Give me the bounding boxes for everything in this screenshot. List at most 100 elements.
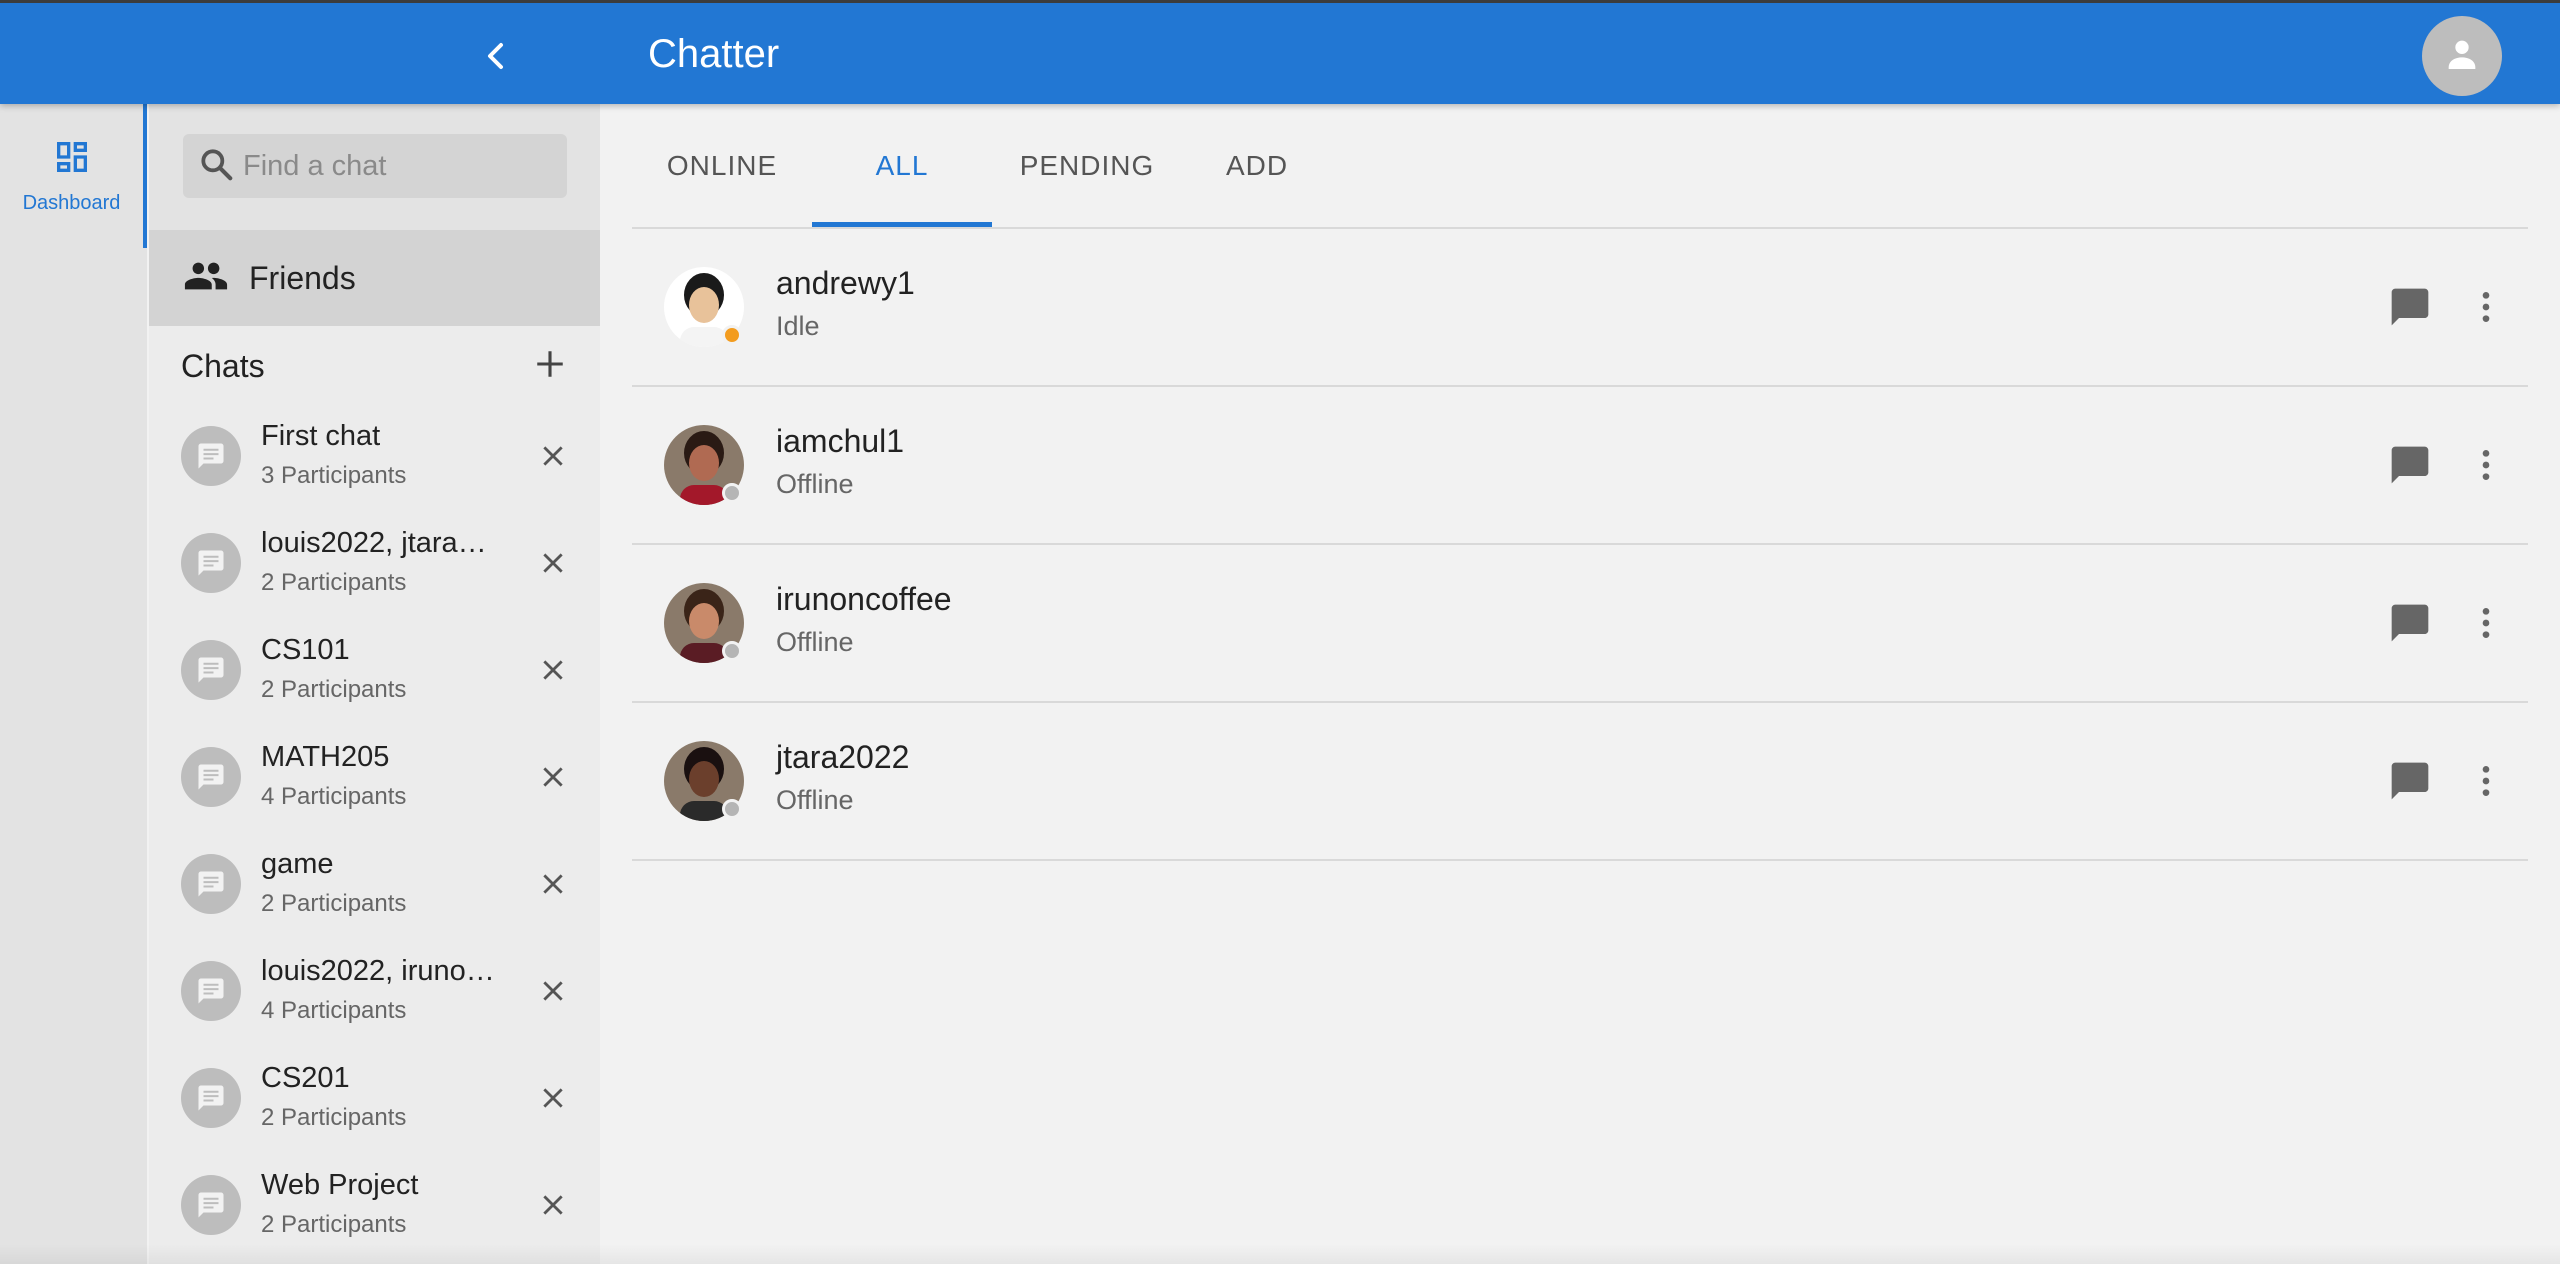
active-tab-indicator (812, 222, 992, 227)
close-icon (540, 1085, 566, 1116)
chat-list-item[interactable]: louis2022, jtara… 2 Participants (149, 513, 600, 620)
friend-status: Offline (776, 785, 854, 815)
more-options-button[interactable] (2462, 285, 2510, 333)
more-vert-icon (2466, 761, 2506, 806)
message-friend-button[interactable] (2386, 285, 2434, 333)
remove-chat-button[interactable] (535, 440, 571, 476)
chat-participants: 2 Participants (261, 569, 407, 596)
friends-tabs: ONLINE ALL PENDING ADD (632, 104, 2528, 229)
chat-bubble-icon (2388, 759, 2432, 808)
close-icon (540, 1192, 566, 1223)
status-indicator (722, 325, 742, 345)
remove-chat-button[interactable] (535, 761, 571, 797)
message-icon (181, 533, 241, 593)
more-options-button[interactable] (2462, 759, 2510, 807)
avatar (664, 267, 744, 347)
remove-chat-button[interactable] (535, 975, 571, 1011)
chat-name: CS101 (261, 634, 350, 666)
avatar (664, 425, 744, 505)
message-icon (181, 747, 241, 807)
nav-rail: Dashboard (0, 104, 147, 1264)
chat-list-item[interactable]: CS101 2 Participants (149, 620, 600, 727)
close-icon (540, 764, 566, 795)
chat-list-item[interactable]: louis2022, iruno… 4 Participants (149, 941, 600, 1048)
friend-username: irunoncoffee (776, 581, 952, 617)
avatar (664, 583, 744, 663)
rail-item-dashboard[interactable]: Dashboard (0, 104, 147, 248)
message-icon (181, 640, 241, 700)
friends-label: Friends (249, 259, 356, 296)
chat-bubble-icon (2388, 285, 2432, 334)
rail-item-label: Dashboard (22, 192, 121, 214)
remove-chat-button[interactable] (535, 654, 571, 690)
friend-row[interactable]: andrewy1 Idle (632, 229, 2528, 387)
message-icon (181, 854, 241, 914)
chat-list-item[interactable]: CS201 2 Participants (149, 1048, 600, 1155)
more-vert-icon (2466, 603, 2506, 648)
message-icon (181, 961, 241, 1021)
close-icon (540, 978, 566, 1009)
message-icon (181, 1175, 241, 1235)
more-options-button[interactable] (2462, 601, 2510, 649)
search-box[interactable] (183, 134, 567, 198)
friends-nav-item[interactable]: Friends (149, 230, 600, 326)
remove-chat-button[interactable] (535, 547, 571, 583)
chat-participants: 3 Participants (261, 462, 407, 489)
chat-participants: 4 Participants (261, 997, 407, 1024)
friend-row[interactable]: irunoncoffee Offline (632, 545, 2528, 703)
remove-chat-button[interactable] (535, 868, 571, 904)
message-friend-button[interactable] (2386, 443, 2434, 491)
chat-name: First chat (261, 420, 381, 452)
chat-bubble-icon (2388, 601, 2432, 650)
more-vert-icon (2466, 445, 2506, 490)
main-panel: ONLINE ALL PENDING ADD andrewy1 Idle iamch… (600, 104, 2560, 1264)
app-bar: Chatter (0, 0, 2560, 104)
chat-participants: 4 Participants (261, 783, 407, 810)
chat-list-item[interactable]: First chat 3 Participants (149, 406, 600, 513)
chat-participants: 2 Participants (261, 1104, 407, 1131)
people-icon (183, 253, 229, 304)
friend-status: Offline (776, 627, 854, 657)
message-icon (181, 1068, 241, 1128)
add-chat-button[interactable] (530, 346, 570, 386)
tab-add[interactable]: ADD (1182, 104, 1332, 227)
friend-status: Offline (776, 469, 854, 499)
chat-participants: 2 Participants (261, 1211, 407, 1238)
friend-username: andrewy1 (776, 265, 915, 301)
friend-row[interactable]: iamchul1 Offline (632, 387, 2528, 545)
tab-all[interactable]: ALL (812, 104, 992, 227)
status-indicator (722, 641, 742, 661)
chat-name: louis2022, iruno… (261, 955, 495, 987)
message-friend-button[interactable] (2386, 601, 2434, 649)
chat-name: game (261, 848, 334, 880)
close-icon (540, 871, 566, 902)
chat-list-item[interactable]: MATH205 4 Participants (149, 727, 600, 834)
close-icon (540, 657, 566, 688)
friend-username: jtara2022 (776, 739, 910, 775)
message-friend-button[interactable] (2386, 759, 2434, 807)
avatar (664, 741, 744, 821)
remove-chat-button[interactable] (535, 1082, 571, 1118)
tab-online[interactable]: ONLINE (632, 104, 812, 227)
person-icon (2442, 34, 2482, 79)
close-icon (540, 443, 566, 474)
remove-chat-button[interactable] (535, 1189, 571, 1225)
more-options-button[interactable] (2462, 443, 2510, 491)
close-icon (540, 550, 566, 581)
chat-list-item[interactable]: Web Project 2 Participants (149, 1155, 600, 1262)
chat-participants: 2 Participants (261, 890, 407, 917)
sidebar: Friends Chats First chat 3 Participants lo… (149, 104, 600, 1264)
collapse-sidebar-button[interactable] (470, 33, 520, 83)
more-vert-icon (2466, 287, 2506, 332)
chat-name: Web Project (261, 1169, 419, 1201)
chat-list-item[interactable]: game 2 Participants (149, 834, 600, 941)
friend-status: Idle (776, 311, 820, 341)
tab-pending[interactable]: PENDING (992, 104, 1182, 227)
chat-name: MATH205 (261, 741, 390, 773)
friend-row[interactable]: jtara2022 Offline (632, 703, 2528, 861)
chat-list: First chat 3 Participants louis2022, jtara… (149, 406, 600, 1264)
account-avatar-button[interactable] (2422, 16, 2502, 96)
message-icon (181, 426, 241, 486)
chat-participants: 2 Participants (261, 676, 407, 703)
search-input[interactable] (243, 149, 563, 183)
